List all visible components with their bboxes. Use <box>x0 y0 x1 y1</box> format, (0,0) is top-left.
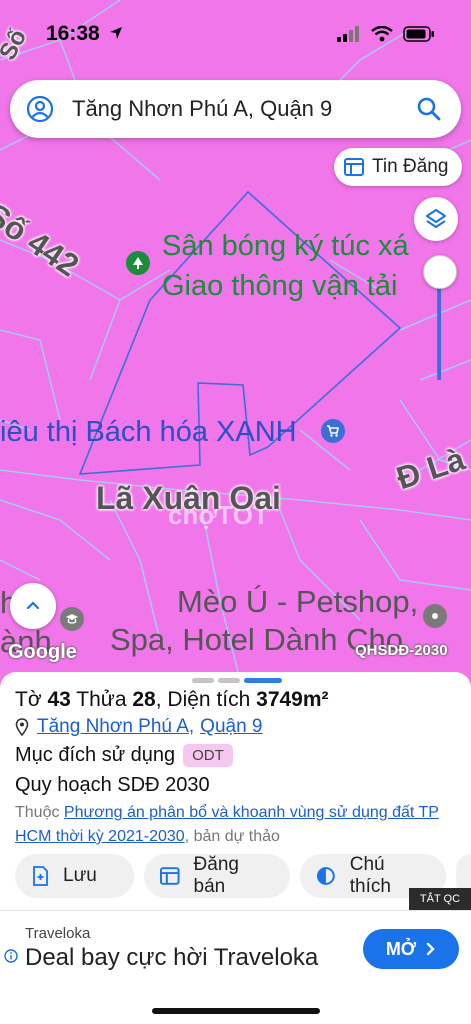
plan-label: Quy hoạch SDĐ 2030 <box>15 774 210 796</box>
location-pin-icon[interactable] <box>423 604 447 628</box>
purpose-row: Mục đích sử dụng ODT <box>15 744 233 767</box>
ward-link[interactable]: Tăng Nhơn Phú A <box>37 716 189 738</box>
search-input[interactable]: Tăng Nhơn Phú A, Quận 9 <box>72 96 415 122</box>
expand-sheet-button[interactable] <box>10 583 56 629</box>
note-prefix: Thuộc <box>15 804 60 821</box>
dang-ban-button[interactable]: Đăng bán <box>144 854 290 898</box>
ad-brand: Traveloka <box>25 925 91 942</box>
chevron-right-icon <box>426 942 435 956</box>
layers-icon <box>426 209 446 228</box>
contrast-icon <box>316 867 335 885</box>
action-buttons: Lưu Đăng bán Chú thích <box>15 854 471 898</box>
map-pin-icon <box>15 718 29 736</box>
shopping-cart-icon[interactable] <box>321 419 345 443</box>
screen: chợTỐT Số Số 442 Sân bóng ký túc xá Giao… <box>0 0 471 1024</box>
poi-label-san-bong-line2: Giao thông vận tải <box>162 270 398 302</box>
to-label: Tờ <box>15 688 42 711</box>
status-time: 16:38 <box>46 22 124 46</box>
layers-button[interactable] <box>414 197 458 241</box>
thua-value: 28 <box>132 688 156 711</box>
info-icon[interactable] <box>4 949 18 963</box>
ad-open-button[interactable]: MỞ <box>363 929 459 969</box>
location-arrow-icon <box>109 27 122 39</box>
thua-label: Thửa <box>76 688 127 711</box>
bookmark-add-icon <box>33 866 48 886</box>
home-indicator[interactable] <box>152 1008 320 1014</box>
plan-note: Thuộc Phương án phân bổ và khoanh vùng s… <box>15 801 455 849</box>
search-bar[interactable]: Tăng Nhơn Phú A, Quận 9 <box>10 80 461 138</box>
wifi-icon <box>371 26 393 42</box>
tin-dang-label: Tin Đăng <box>372 156 449 177</box>
save-button[interactable]: Lưu <box>15 854 134 898</box>
google-logo: Google <box>8 641 77 663</box>
status-icons <box>337 26 435 42</box>
note-suffix: , bản dự thảo <box>184 828 280 845</box>
poi-label-meo-u-line1: Mèo Ú - Petshop, <box>177 584 419 619</box>
account-icon[interactable] <box>26 95 54 123</box>
poi-label-san-bong-line1: Sân bóng ký túc xá <box>162 230 409 262</box>
dang-ban-label: Đăng bán <box>193 854 239 897</box>
land-use-badge[interactable]: ODT <box>183 744 233 767</box>
tin-dang-button[interactable]: Tin Đăng <box>334 148 462 186</box>
close-ad-button[interactable]: TẮT QC <box>409 888 471 910</box>
ad-title[interactable]: Deal bay cực hời Traveloka <box>25 944 318 972</box>
signal-icon <box>337 26 359 42</box>
address-row: Tăng Nhơn Phú A , Quận 9 <box>15 716 263 738</box>
area-label: Diện tích <box>167 688 251 711</box>
chevron-up-icon <box>26 601 40 610</box>
status-time-text: 16:38 <box>46 22 100 45</box>
district-link[interactable]: Quận 9 <box>200 716 262 738</box>
status-bar: 16:38 <box>0 0 471 70</box>
to-value: 43 <box>47 688 71 711</box>
area-value: 3749m² <box>256 688 329 711</box>
listing-icon <box>344 158 364 176</box>
road-label-la-xuan-oai: Lã Xuân Oai <box>96 480 281 516</box>
parcel-title: Tờ 43 Thửa 28, Diện tích 3749m² <box>15 688 329 711</box>
qhsdd-badge: QHSDĐ-2030 <box>355 642 448 659</box>
school-icon[interactable] <box>60 607 84 631</box>
park-icon[interactable] <box>126 251 150 275</box>
purpose-label: Mục đích sử dụng <box>15 744 176 766</box>
parcel-info-sheet: Tờ 43 Thửa 28, Diện tích 3749m² Tăng Nhơ… <box>0 672 471 912</box>
opacity-slider-handle[interactable] <box>423 255 457 289</box>
battery-icon <box>403 26 434 42</box>
ad-open-label: MỞ <box>385 938 417 959</box>
save-label: Lưu <box>63 865 97 886</box>
poi-label-bach-hoa: iêu thị Bách hóa XANH <box>0 416 297 448</box>
listing-icon <box>160 867 180 885</box>
ad-banner[interactable]: Traveloka Deal bay cực hời Traveloka MỞ <box>0 910 471 990</box>
search-icon[interactable] <box>415 95 443 123</box>
sheet-drag-handle[interactable] <box>192 678 282 683</box>
